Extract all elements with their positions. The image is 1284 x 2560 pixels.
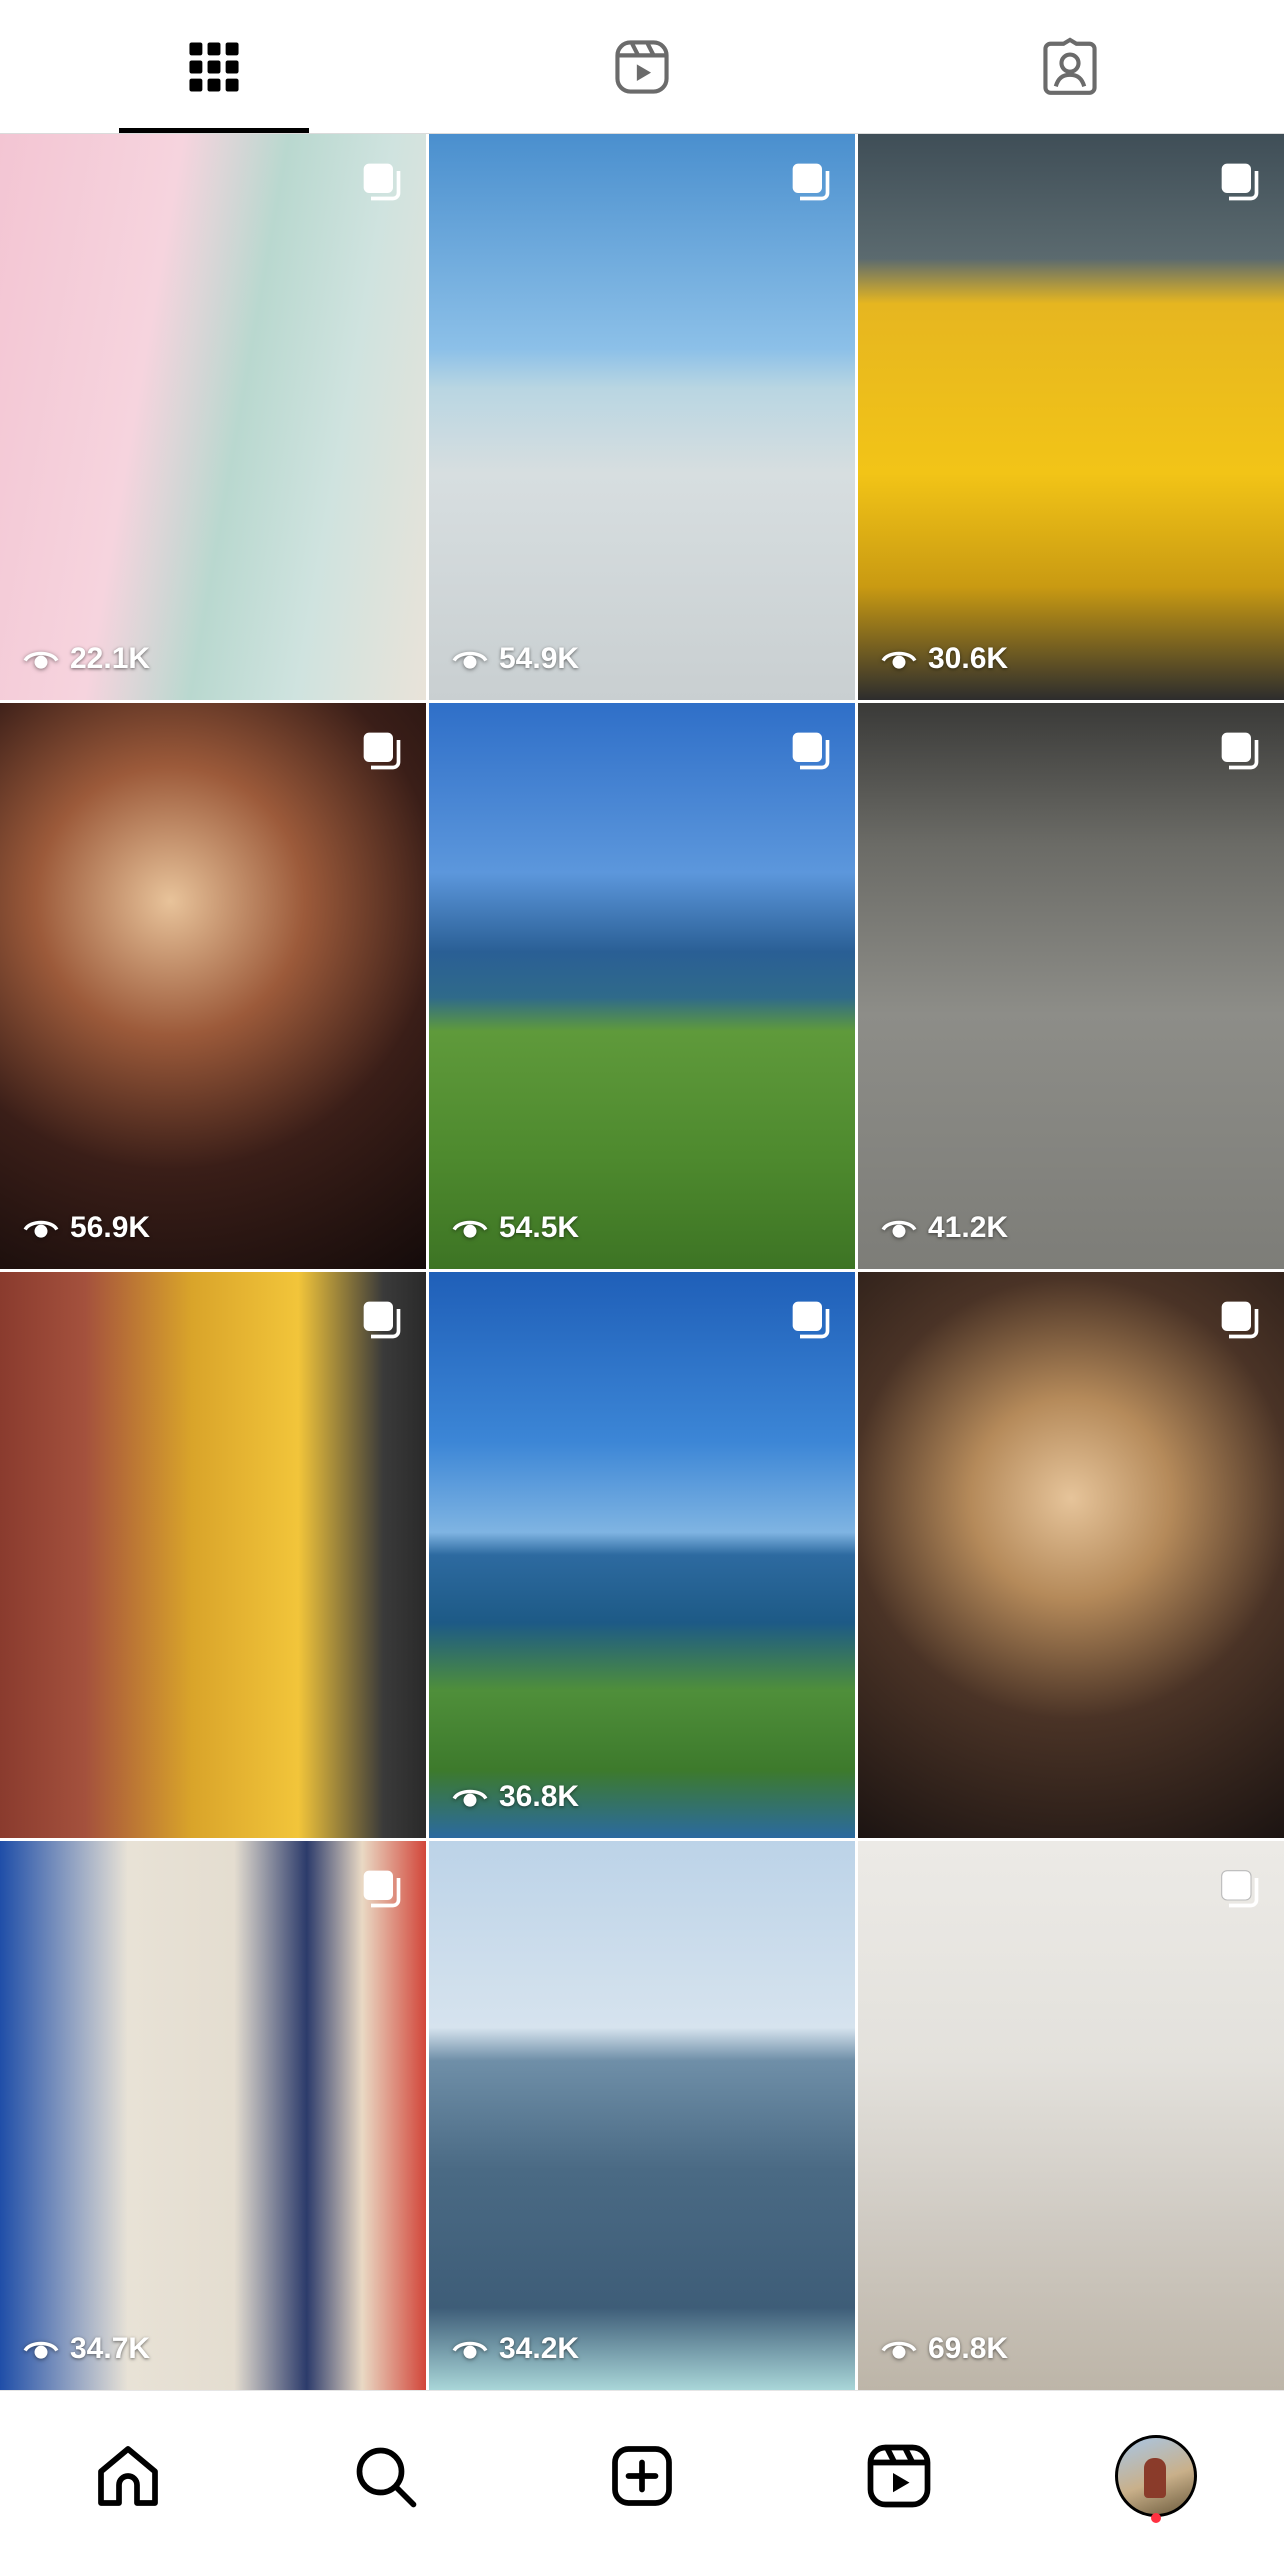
view-count: 69.8K <box>880 2330 1008 2368</box>
views-icon <box>452 651 488 669</box>
post-tile[interactable]: 54.9K <box>429 134 855 700</box>
view-count-text: 36.8K <box>499 1780 580 1813</box>
post-tile[interactable]: 69.8K <box>858 1841 1284 2390</box>
views-icon <box>881 1220 917 1238</box>
views-icon <box>452 1220 488 1238</box>
multi-post-icon <box>1221 1870 1259 1908</box>
tagged-icon <box>1043 36 1097 95</box>
tab-posts-grid[interactable] <box>0 0 428 133</box>
post-image <box>429 703 855 1269</box>
view-count: 54.5K <box>451 1209 579 1247</box>
notification-dot <box>1150 2513 1161 2523</box>
reels-icon <box>615 39 669 94</box>
post-tile[interactable]: 22.1K <box>0 134 426 700</box>
view-count: 36.8K <box>451 1778 579 1816</box>
create-icon <box>612 2445 672 2506</box>
active-tab-indicator <box>119 128 309 133</box>
multi-post-icon <box>363 1301 401 1339</box>
view-count: 34.7K <box>22 2330 150 2368</box>
post-tile[interactable]: 54.5K <box>429 703 855 1269</box>
view-count-text: 41.2K <box>928 1211 1009 1244</box>
post-tile[interactable]: 56.9K <box>0 703 426 1269</box>
view-count-text: 34.2K <box>499 2332 580 2365</box>
view-count-text: 69.8K <box>928 2332 1009 2365</box>
post-tile[interactable]: 30.6K <box>858 134 1284 700</box>
view-count: 34.2K <box>451 2330 579 2368</box>
view-count-text: 54.9K <box>499 642 580 675</box>
post-image <box>858 1272 1284 1838</box>
multi-post-icon <box>792 163 830 201</box>
post-image <box>429 134 855 700</box>
view-count: 54.9K <box>451 640 579 678</box>
views-icon <box>23 651 59 669</box>
multi-post-icon <box>1221 1301 1259 1339</box>
nav-home[interactable] <box>0 2391 257 2560</box>
post-tile[interactable]: 34.7K <box>0 1841 426 2390</box>
nav-create[interactable] <box>514 2391 771 2560</box>
post-image <box>0 1272 426 1838</box>
view-count-text: 56.9K <box>70 1211 151 1244</box>
multi-post-icon <box>1221 732 1259 770</box>
nav-reels[interactable] <box>770 2391 1027 2560</box>
reels-icon <box>867 2444 931 2507</box>
multi-post-icon <box>363 163 401 201</box>
view-count: 56.9K <box>22 1209 150 1247</box>
home-icon <box>98 2445 159 2506</box>
post-image <box>429 1841 855 2390</box>
views-icon <box>881 2341 917 2359</box>
post-image <box>0 134 426 700</box>
view-count-text: 34.7K <box>70 2332 151 2365</box>
multi-post-icon <box>792 732 830 770</box>
post-image <box>0 1841 426 2390</box>
views-icon <box>23 2341 59 2359</box>
view-count: 30.6K <box>880 640 1008 678</box>
multi-post-icon <box>792 1301 830 1339</box>
post-tile[interactable] <box>858 1272 1284 1838</box>
post-tile[interactable]: 36.8K <box>429 1272 855 1838</box>
bottom-navigation <box>0 2390 1284 2560</box>
view-count-text: 22.1K <box>70 642 151 675</box>
nav-profile[interactable] <box>1027 2391 1284 2560</box>
post-image <box>858 134 1284 700</box>
post-image <box>858 703 1284 1269</box>
posts-grid: 22.1K 54.9K 30.6K 56.9K 54.5K 41.2K 36.8… <box>0 134 1284 2390</box>
post-image <box>429 1272 855 1838</box>
post-tile[interactable]: 41.2K <box>858 703 1284 1269</box>
tab-reels[interactable] <box>428 0 856 133</box>
post-tile[interactable]: 34.2K <box>429 1841 855 2390</box>
nav-search[interactable] <box>257 2391 514 2560</box>
grid-icon <box>189 41 239 92</box>
search-icon <box>356 2447 417 2507</box>
multi-post-icon <box>363 1870 401 1908</box>
view-count-text: 30.6K <box>928 642 1009 675</box>
view-count-text: 54.5K <box>499 1211 580 1244</box>
post-image <box>0 703 426 1269</box>
profile-tab-bar <box>0 0 1284 134</box>
view-count: 22.1K <box>22 640 150 678</box>
views-icon <box>452 1789 488 1807</box>
tab-tagged[interactable] <box>856 0 1284 133</box>
multi-post-icon <box>363 732 401 770</box>
views-icon <box>881 651 917 669</box>
post-image <box>858 1841 1284 2390</box>
view-count: 41.2K <box>880 1209 1008 1247</box>
views-icon <box>452 2341 488 2359</box>
post-tile[interactable] <box>0 1272 426 1838</box>
profile-avatar <box>1114 2434 1197 2517</box>
multi-post-icon <box>1221 163 1259 201</box>
views-icon <box>23 1220 59 1238</box>
